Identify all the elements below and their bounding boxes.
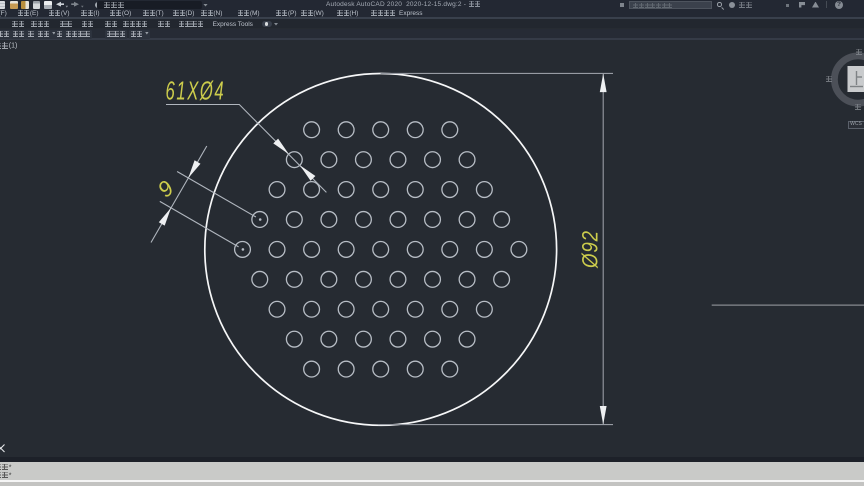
svg-text:61XØ4: 61XØ4 <box>166 76 226 106</box>
svg-text:9: 9 <box>153 175 179 202</box>
svg-text:Ø92: Ø92 <box>579 230 603 269</box>
